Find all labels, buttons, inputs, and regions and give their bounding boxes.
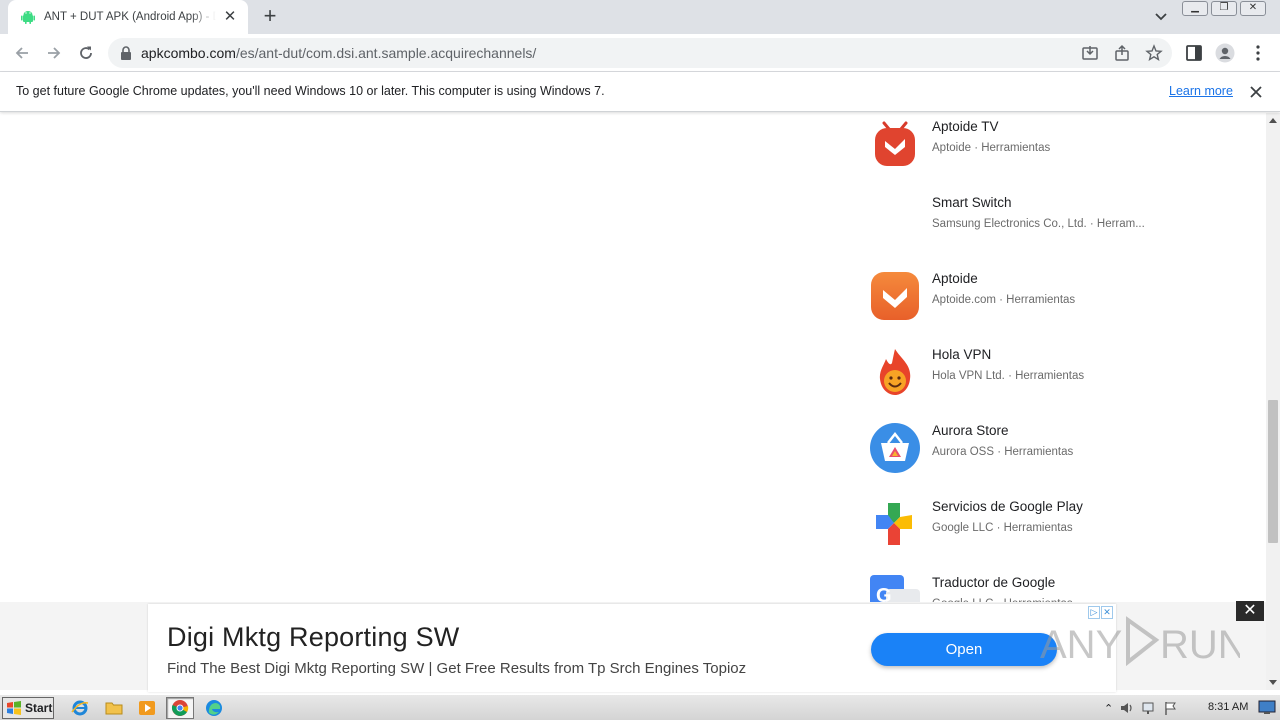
volume-icon[interactable] xyxy=(1119,700,1135,716)
browser-toolbar: apkcombo.com/es/ant-dut/com.dsi.ant.samp… xyxy=(0,34,1280,72)
ad-close-button[interactable]: ✕ xyxy=(1236,601,1264,621)
window-controls: ▁ ❐ ✕ xyxy=(1182,1,1266,17)
bookmark-star-icon[interactable] xyxy=(1145,44,1163,62)
reload-icon xyxy=(80,46,92,59)
ad-open-button[interactable]: Open xyxy=(871,633,1057,666)
tray-expand-icon[interactable]: ⌃ xyxy=(1104,702,1113,715)
show-desktop-icon[interactable] xyxy=(1258,699,1276,715)
hola-vpn-icon xyxy=(879,349,911,395)
windows-logo-icon xyxy=(7,701,21,715)
more-menu-icon[interactable] xyxy=(1248,43,1268,63)
app-name: Aurora Store xyxy=(932,423,1009,438)
app-item-hola-vpn[interactable]: Hola VPN Hola VPN Ltd. · Herramientas xyxy=(868,341,1168,417)
app-name: Servicios de Google Play xyxy=(932,499,1083,514)
action-center-flag-icon[interactable] xyxy=(1163,700,1179,716)
app-name: Traductor de Google xyxy=(932,575,1056,590)
restore-button[interactable]: ❐ xyxy=(1211,1,1237,16)
app-item-aptoide[interactable]: Aptoide Aptoide.com · Herramientas xyxy=(868,265,1168,341)
smart-switch-icon xyxy=(868,193,922,247)
media-player-icon xyxy=(139,701,155,715)
aurora-store-icon xyxy=(870,423,920,473)
app-item-google-play-services[interactable]: Servicios de Google Play Google LLC · He… xyxy=(868,493,1168,569)
address-bar[interactable]: apkcombo.com/es/ant-dut/com.dsi.ant.samp… xyxy=(108,38,1172,68)
app-meta: Google LLC · Herramientas xyxy=(932,522,1073,534)
minimize-button[interactable]: ▁ xyxy=(1182,1,1208,16)
update-infobar: To get future Google Chrome updates, you… xyxy=(0,72,1280,112)
browser-tab[interactable]: ANT + DUT APK (Android App) - Descargar … xyxy=(8,0,248,34)
app-meta: Hola VPN Ltd. · Herramientas xyxy=(932,370,1085,382)
chrome-icon xyxy=(172,700,189,716)
scroll-up-arrow[interactable] xyxy=(1269,118,1277,123)
app-item-aurora-store[interactable]: Aurora Store Aurora OSS · Herramientas xyxy=(868,417,1168,493)
windows-taskbar: Start ⌃ 8:31 AM xyxy=(0,694,1280,720)
new-tab-button[interactable]: + xyxy=(258,5,282,29)
ad-title[interactable]: Digi Mktg Reporting SW xyxy=(167,622,460,653)
taskbar-media-player[interactable] xyxy=(133,697,161,719)
back-button[interactable] xyxy=(10,41,34,65)
app-name: Hola VPN xyxy=(932,347,992,362)
taskbar-chrome[interactable] xyxy=(166,697,194,719)
share-icon[interactable] xyxy=(1113,44,1131,62)
taskbar-ie[interactable] xyxy=(66,697,94,719)
start-label: Start xyxy=(25,701,53,715)
app-name: Aptoide xyxy=(932,271,978,286)
arrow-right-icon xyxy=(48,47,61,59)
app-name: Aptoide TV xyxy=(932,119,999,134)
system-tray: ⌃ xyxy=(1104,697,1179,719)
internet-explorer-icon xyxy=(71,700,89,716)
svg-text:ANY: ANY xyxy=(1040,623,1122,667)
profile-avatar-icon[interactable] xyxy=(1215,43,1235,63)
anyrun-watermark-logo: ANY RUN xyxy=(1040,616,1240,667)
arrow-left-icon xyxy=(15,47,28,59)
aptoide-icon xyxy=(871,272,919,320)
scroll-thumb[interactable] xyxy=(1268,400,1278,543)
side-panel-icon[interactable] xyxy=(1184,43,1204,63)
android-icon xyxy=(21,11,35,24)
chevron-down-icon[interactable] xyxy=(1151,8,1171,26)
learn-more-link[interactable]: Learn more xyxy=(1169,84,1233,98)
tab-strip: ANT + DUT APK (Android App) - Descargar … xyxy=(0,0,1280,34)
tab-title: ANT + DUT APK (Android App) - Descargar … xyxy=(44,11,216,23)
taskbar-explorer[interactable] xyxy=(100,697,128,719)
install-app-icon[interactable] xyxy=(1081,44,1099,62)
svg-text:RUN: RUN xyxy=(1160,623,1240,667)
google-play-services-icon xyxy=(876,503,912,545)
close-icon[interactable] xyxy=(1247,83,1265,101)
infobar-message: To get future Google Chrome updates, you… xyxy=(16,84,605,98)
app-meta: Aurora OSS · Herramientas xyxy=(932,446,1074,458)
ad-banner[interactable]: ▷ ✕ Digi Mktg Reporting SW Find The Best … xyxy=(148,604,1116,692)
aptoide-tv-icon xyxy=(875,121,915,166)
app-meta: Aptoide.com · Herramientas xyxy=(932,294,1076,306)
app-meta: Aptoide · Herramientas xyxy=(932,142,1051,154)
app-item-smart-switch[interactable]: Smart Switch Samsung Electronics Co., Lt… xyxy=(868,189,1168,265)
page-scrollbar[interactable] xyxy=(1266,113,1280,690)
taskbar-clock[interactable]: 8:31 AM xyxy=(1208,701,1248,713)
app-item-aptoide-tv[interactable]: Aptoide TV Aptoide · Herramientas xyxy=(868,113,1168,189)
app-meta: Samsung Electronics Co., Ltd. · Herram..… xyxy=(932,218,1145,230)
edge-icon xyxy=(206,700,222,716)
ad-description: Find The Best Digi Mktg Reporting SW | G… xyxy=(167,660,747,677)
url-text[interactable]: apkcombo.com/es/ant-dut/com.dsi.ant.samp… xyxy=(141,45,536,61)
app-name: Smart Switch xyxy=(932,195,1012,210)
close-tab-icon[interactable]: ✕ xyxy=(222,9,238,25)
folder-icon xyxy=(105,702,123,715)
network-icon[interactable] xyxy=(1141,700,1157,716)
reload-button[interactable] xyxy=(74,41,98,65)
forward-button[interactable] xyxy=(42,41,66,65)
scroll-down-arrow[interactable] xyxy=(1269,680,1277,685)
close-window-button[interactable]: ✕ xyxy=(1240,1,1266,16)
start-button[interactable]: Start xyxy=(2,697,54,719)
taskbar-edge[interactable] xyxy=(200,697,228,719)
lock-icon[interactable] xyxy=(120,46,132,60)
